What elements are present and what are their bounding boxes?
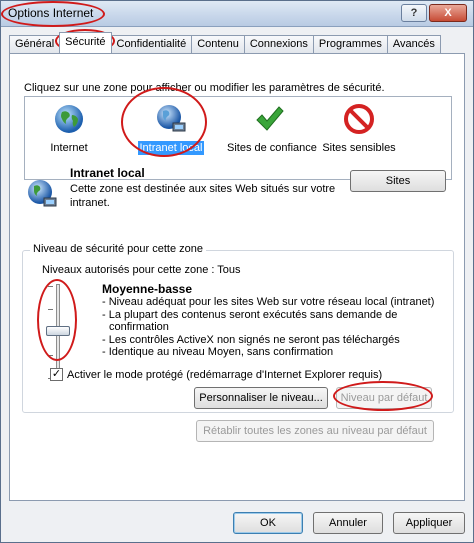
security-level-name: Moyenne-basse [102, 282, 193, 296]
internet-options-dialog: Options Internet ? X Général Sécurité Co… [0, 0, 474, 543]
intranet-globe-icon [28, 180, 57, 207]
tab-strip: Général Sécurité Confidentialité Contenu… [9, 32, 441, 53]
default-level-button[interactable]: Niveau par défaut [336, 387, 432, 409]
zone-restricted-sites[interactable]: Sites sensibles [315, 103, 403, 155]
tab-advanced[interactable]: Avancés [386, 35, 441, 53]
slider-tick [48, 309, 53, 310]
window-title: Options Internet [8, 6, 94, 20]
title-bar: Options Internet ? X [1, 1, 473, 27]
security-slider-thumb[interactable] [46, 326, 70, 336]
slider-tick [48, 355, 53, 356]
apply-button[interactable]: Appliquer [393, 512, 465, 534]
help-button[interactable]: ? [401, 4, 427, 22]
level-description-line: - La plupart des contenus seront exécuté… [102, 308, 398, 321]
zone-label: Intranet local [137, 141, 205, 155]
level-description-line: - Identique au niveau Moyen, sans confir… [102, 346, 334, 358]
no-entry-icon [344, 104, 374, 134]
globe-icon [55, 105, 83, 133]
cancel-button[interactable]: Annuler [313, 512, 383, 534]
zone-label: Internet [50, 142, 88, 154]
intranet-globe-icon [157, 105, 186, 132]
close-button[interactable]: X [429, 4, 467, 22]
tab-programs[interactable]: Programmes [312, 35, 388, 53]
tab-security[interactable]: Sécurité [59, 32, 112, 53]
security-panel: Cliquez sur une zone pour afficher ou mo… [9, 53, 465, 501]
allowed-levels: Niveaux autorisés pour cette zone : Tous [42, 264, 241, 276]
checkmark-icon [256, 106, 284, 131]
zone-label: Sites de confiance [227, 142, 317, 154]
zone-internet[interactable]: Internet [25, 103, 113, 155]
security-level-group-title: Niveau de sécurité pour cette zone [30, 243, 206, 255]
level-description-line: confirmation [109, 321, 169, 333]
protected-mode-label: Activer le mode protégé (redémarrage d'I… [67, 368, 383, 381]
sites-button[interactable]: Sites [350, 170, 446, 192]
zone-info-title: Intranet local [70, 166, 145, 180]
slider-tick [48, 286, 53, 287]
ok-button[interactable]: OK [233, 512, 303, 534]
protected-mode-checkbox[interactable]: ✓ [50, 368, 63, 381]
level-description-line: - Les contrôles ActiveX non signés ne se… [102, 333, 400, 346]
zone-label: Sites sensibles [322, 142, 396, 154]
zone-trusted-sites[interactable]: Sites de confiance [225, 103, 317, 155]
zone-prompt: Cliquez sur une zone pour afficher ou mo… [24, 82, 385, 94]
custom-level-button[interactable]: Personnaliser le niveau... [194, 387, 328, 409]
tab-content[interactable]: Contenu [191, 35, 245, 53]
security-level-description: - Niveau adéquat pour les sites Web sur … [102, 296, 434, 359]
zone-local-intranet[interactable]: Intranet local [127, 103, 215, 155]
reset-all-zones-button[interactable]: Rétablir toutes les zones au niveau par … [196, 420, 434, 442]
tab-privacy[interactable]: Confidentialité [110, 35, 193, 53]
zone-info-description: Cette zone est destinée aux sites Web si… [70, 183, 336, 209]
level-description-line: - Niveau adéquat pour les sites Web sur … [102, 296, 435, 308]
protected-mode-row[interactable]: ✓ Activer le mode protégé (redémarrage d… [50, 368, 382, 381]
tab-general[interactable]: Général [9, 35, 61, 53]
tab-connections[interactable]: Connexions [243, 35, 314, 53]
